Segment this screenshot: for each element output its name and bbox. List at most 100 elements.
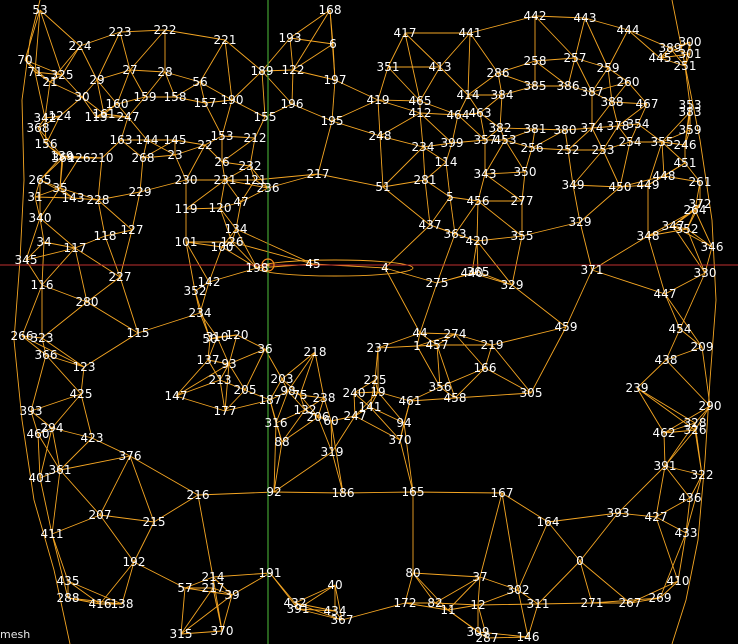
vertex-index-label: 454 [669, 322, 692, 336]
vertex-index-label: 92 [266, 485, 281, 499]
vertex-index-label: 145 [164, 133, 187, 147]
vertex-index-label: 350 [514, 165, 537, 179]
vertex-index-label: 118 [94, 229, 117, 243]
vertex-index-label: 127 [121, 223, 144, 237]
vertex-index-label: 288 [57, 591, 80, 605]
mesh-edge [30, 354, 47, 412]
vertex-index-label: 34 [36, 235, 51, 249]
vertex-index-label: 141 [359, 400, 382, 414]
vertex-index-label: 123 [73, 360, 96, 374]
vertex-index-label: 93 [221, 357, 236, 371]
vertex-index-label: 370 [211, 624, 234, 638]
vertex-index-label: 40 [327, 578, 342, 592]
mesh-edge [479, 492, 503, 578]
vertex-index-label: 257 [564, 51, 587, 65]
vertex-index-label: 437 [419, 218, 442, 232]
vertex-index-label: 134 [225, 222, 248, 236]
vertex-index-label: 427 [645, 510, 668, 524]
vertex-index-label: 37 [472, 570, 487, 584]
vertex-index-label: 39 [224, 588, 239, 602]
3d-viewport[interactable]: 53 168 222 223 224 221 193 6 417 441 442 443 444 389 3… [0, 0, 738, 644]
vertex-index-label: 229 [129, 185, 152, 199]
vertex-index-label: 260 [617, 75, 640, 89]
vertex-index-label: 222 [154, 23, 177, 37]
vertex-index-label: 349 [562, 178, 585, 192]
vertex-index-label: 290 [699, 399, 722, 413]
vertex-index-label: 23 [167, 148, 182, 162]
vertex-index-label: 120 [209, 201, 232, 215]
vertex-index-label: 463 [469, 106, 492, 120]
vertex-index-label: 371 [581, 263, 604, 277]
vertex-index-label: 232 [239, 159, 262, 173]
vertex-index-label: 122 [282, 63, 305, 77]
vertex-index-label: 234 [412, 140, 435, 154]
vertex-index-label: 322 [691, 468, 714, 482]
vertex-index-label: 268 [132, 151, 155, 165]
vertex-index-label: 401 [29, 471, 52, 485]
vertex-index-label: 210 [91, 151, 114, 165]
vertex-index-label: 231 [214, 173, 237, 187]
vertex-index-label: 393 [20, 404, 43, 418]
vertex-index-label: 47 [233, 195, 248, 209]
vertex-index-label: 228 [87, 193, 110, 207]
vertex-index-label: 374 [581, 121, 604, 135]
vertex-index-label: 411 [41, 527, 64, 541]
vertex-index-label: 456 [467, 194, 490, 208]
mesh-edge [412, 491, 503, 494]
vertex-index-label: 239 [626, 381, 649, 395]
vertex-index-label: 459 [555, 320, 578, 334]
vertex-index-label: 391 [287, 602, 310, 616]
vertex-index-label: 190 [221, 93, 244, 107]
vertex-index-label: 385 [524, 79, 547, 93]
vertex-index-label: 6 [329, 37, 337, 51]
mesh-edge [119, 276, 139, 334]
vertex-index-label: 21 [42, 75, 57, 89]
vertex-index-label: 168 [319, 3, 342, 17]
vertex-index-label: 286 [487, 66, 510, 80]
vertex-index-label: 116 [31, 278, 54, 292]
vertex-index-label: 287 [476, 631, 499, 644]
vertex-index-label: 412 [409, 106, 432, 120]
vertex-index-label: 221 [214, 33, 237, 47]
vertex-index-label: 467 [636, 97, 659, 111]
vertex-index-label: 124 [49, 109, 72, 123]
vertex-index-label: 451 [674, 156, 697, 170]
mesh-edge [517, 521, 549, 591]
vertex-index-label: 153 [211, 129, 234, 143]
vertex-index-label: 28 [157, 65, 172, 79]
vertex-index-label: 329 [501, 278, 524, 292]
vertex-index-label: 436 [679, 491, 702, 505]
vertex-index-label: 50 [202, 332, 217, 346]
vertex-index-label: 227 [109, 270, 132, 284]
vertex-index-label: 19 [370, 385, 385, 399]
vertex-index-label: 1 [413, 339, 421, 353]
vertex-index-label: 155 [254, 110, 277, 124]
vertex-index-label: 435 [57, 574, 80, 588]
vertex-index-label: 207 [89, 508, 112, 522]
mesh-edge [129, 455, 155, 523]
vertex-index-label: 117 [64, 241, 87, 255]
vertex-index-label: 330 [694, 266, 717, 280]
vertex-index-label: 165 [402, 485, 425, 499]
vertex-index-label: 340 [29, 211, 52, 225]
vertex-index-label: 60 [323, 414, 338, 428]
mesh-edge [74, 247, 88, 303]
vertex-index-label: 442 [524, 9, 547, 23]
wireframe-mesh[interactable]: 53 168222223224 221 193 6417 441442 4434443893… [0, 0, 738, 644]
vertex-index-label: 457 [426, 338, 449, 352]
mesh-edge [197, 494, 214, 578]
vertex-index-label: 236 [257, 181, 280, 195]
vertex-index-label: 258 [524, 54, 547, 68]
vertex-index-label: 196 [281, 97, 304, 111]
vertex-index-label: 209 [691, 340, 714, 354]
vertex-index-label: 359 [679, 123, 702, 137]
vertex-index-label: 230 [175, 173, 198, 187]
vertex-index-label: 126 [221, 235, 244, 249]
vertex-index-label: 462 [653, 426, 676, 440]
vertex-index-label: 381 [524, 122, 547, 136]
vertex-index-label: 464 [447, 108, 470, 122]
mesh-edge [224, 39, 233, 101]
vertex-index-label: 51 [375, 180, 390, 194]
vertex-index-label: 27 [122, 63, 137, 77]
vertex-index-label: 280 [76, 295, 99, 309]
